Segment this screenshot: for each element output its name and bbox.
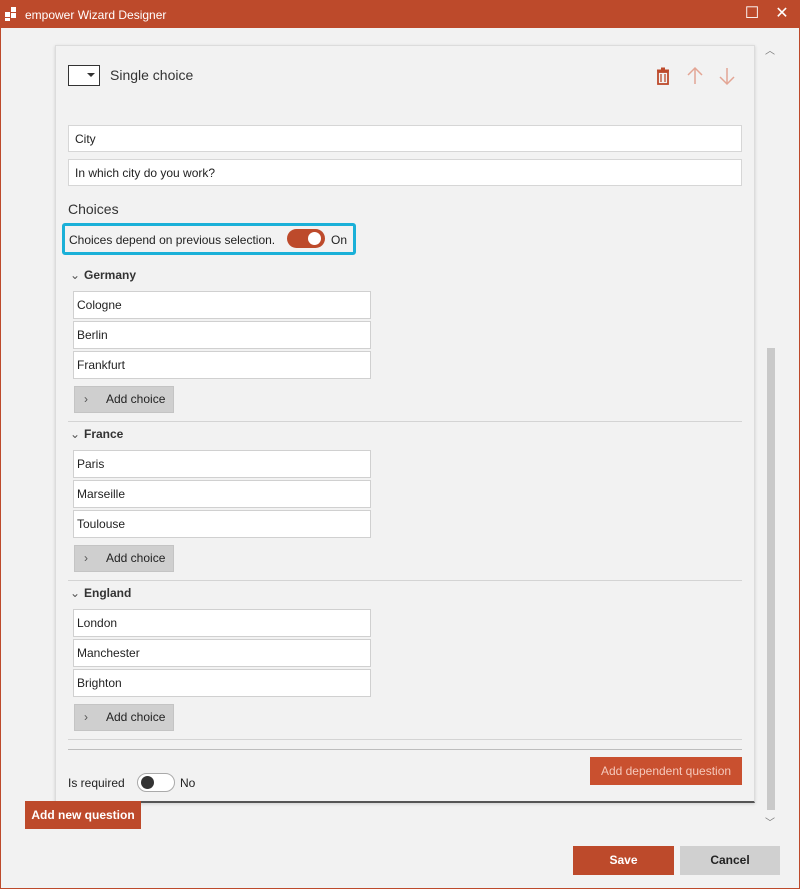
choice-group-header-germany[interactable]: ⌄ Germany <box>70 268 136 282</box>
footer-divider <box>68 749 742 750</box>
question-name-field[interactable] <box>68 125 742 152</box>
question-type-dropdown[interactable] <box>68 65 100 86</box>
add-choice-button[interactable]: › Add choice <box>74 704 174 731</box>
group-divider <box>68 421 742 422</box>
choice-input[interactable]: Frankfurt <box>73 351 371 379</box>
choice-input[interactable]: Marseille <box>73 480 371 508</box>
add-choice-label: Add choice <box>106 551 166 565</box>
is-required-state: No <box>180 776 196 790</box>
is-required-toggle[interactable] <box>137 773 175 792</box>
window-title: empower Wizard Designer <box>25 8 167 22</box>
vertical-scrollbar[interactable]: ︿ ﹀ <box>764 38 776 829</box>
is-required-label: Is required <box>68 776 125 790</box>
title-bar: empower Wizard Designer ☐ ✕ <box>1 1 799 28</box>
scroll-thumb[interactable] <box>767 348 775 810</box>
chevron-down-icon <box>87 73 95 77</box>
question-type-label: Single choice <box>110 67 194 83</box>
question-card: Single choice City In which city do you … <box>55 45 755 803</box>
group-name: England <box>84 586 132 600</box>
chevron-down-icon: ⌄ <box>70 586 81 600</box>
choices-heading: Choices <box>68 201 119 217</box>
toggle-knob <box>308 232 321 245</box>
arrow-up-icon[interactable] <box>684 65 706 87</box>
scroll-down-icon[interactable]: ﹀ <box>764 814 776 829</box>
app-icon <box>5 7 19 21</box>
choice-group-header-england[interactable]: ⌄ England <box>70 586 131 600</box>
close-button[interactable]: ✕ <box>771 4 793 24</box>
maximize-button[interactable]: ☐ <box>741 4 763 24</box>
add-choice-label: Add choice <box>106 710 166 724</box>
cancel-button[interactable]: Cancel <box>680 846 780 875</box>
content-scroll-area: ︿ ﹀ Single choice City In which city do … <box>1 28 799 836</box>
arrow-down-icon[interactable] <box>716 65 738 87</box>
choice-input[interactable]: Brighton <box>73 669 371 697</box>
trash-icon[interactable] <box>652 65 674 87</box>
depend-on-previous-label: Choices depend on previous selection. <box>69 233 276 247</box>
toggle-knob <box>141 776 154 789</box>
depend-on-previous-toggle[interactable] <box>287 229 325 248</box>
choice-input[interactable]: Berlin <box>73 321 371 349</box>
group-divider <box>68 739 742 740</box>
add-choice-button[interactable]: › Add choice <box>74 386 174 413</box>
group-divider <box>68 580 742 581</box>
choice-group-header-france[interactable]: ⌄ France <box>70 427 123 441</box>
choice-input[interactable]: Cologne <box>73 291 371 319</box>
chevron-right-icon: › <box>84 392 88 406</box>
add-dependent-question-button[interactable]: Add dependent question <box>590 757 742 785</box>
wizard-designer-window: empower Wizard Designer ☐ ✕ ︿ ﹀ Single c… <box>0 0 800 889</box>
chevron-down-icon: ⌄ <box>70 427 81 441</box>
chevron-down-icon: ⌄ <box>70 268 81 282</box>
group-name: France <box>84 427 124 441</box>
depend-on-previous-state: On <box>331 233 348 247</box>
add-new-question-button[interactable]: Add new question <box>25 801 141 829</box>
question-text-field[interactable] <box>68 159 742 186</box>
scroll-up-icon[interactable]: ︿ <box>764 42 776 57</box>
group-name: Germany <box>84 268 137 282</box>
add-choice-label: Add choice <box>106 392 166 406</box>
choice-input[interactable]: London <box>73 609 371 637</box>
chevron-right-icon: › <box>84 551 88 565</box>
save-button[interactable]: Save <box>573 846 674 875</box>
depend-on-previous-row: Choices depend on previous selection. On <box>62 223 356 255</box>
chevron-right-icon: › <box>84 710 88 724</box>
choice-input[interactable]: Toulouse <box>73 510 371 538</box>
choice-input[interactable]: Manchester <box>73 639 371 667</box>
add-choice-button[interactable]: › Add choice <box>74 545 174 572</box>
choice-input[interactable]: Paris <box>73 450 371 478</box>
